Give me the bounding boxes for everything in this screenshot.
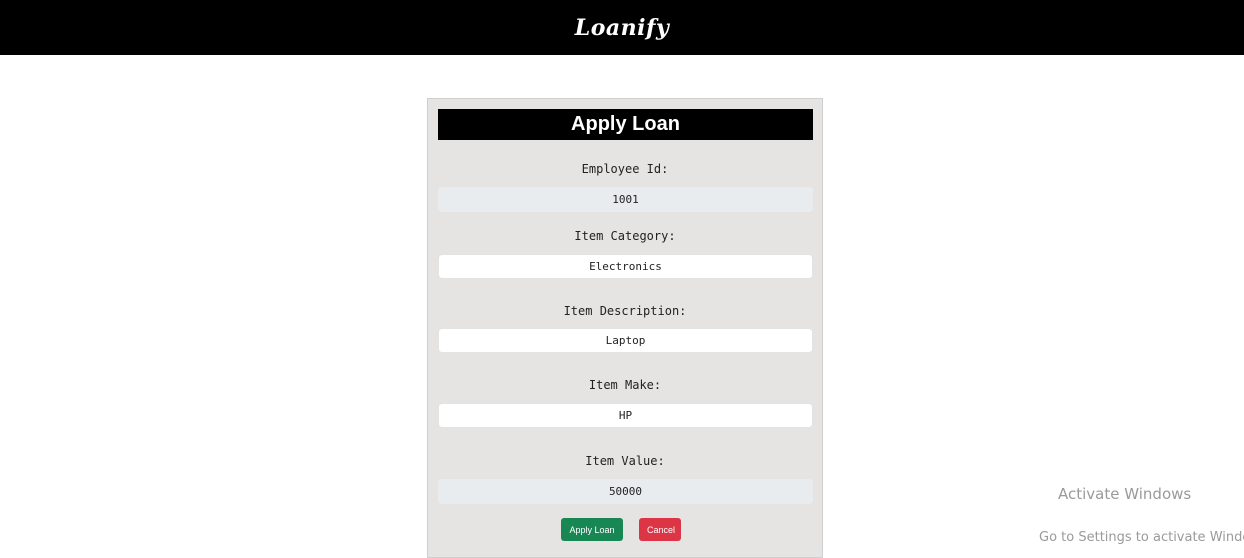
employee-id-field[interactable] xyxy=(438,187,813,212)
item-make-label: Item Make: xyxy=(588,378,662,392)
form-title: Apply Loan xyxy=(438,109,813,140)
navbar: Loanify xyxy=(0,0,1244,55)
item-category-field[interactable] xyxy=(438,254,813,279)
item-value-field[interactable] xyxy=(438,479,813,504)
item-description-field[interactable] xyxy=(438,328,813,353)
item-make-field[interactable] xyxy=(438,403,813,428)
item-description-label: Item Description: xyxy=(563,304,687,318)
apply-loan-form: Apply Loan Employee Id: Item Category: I… xyxy=(427,98,823,558)
item-value-label: Item Value: xyxy=(585,454,665,468)
activate-windows-subtitle: Go to Settings to activate Windows. xyxy=(1039,530,1244,545)
activate-windows-title: Activate Windows xyxy=(1058,485,1192,503)
item-category-label: Item Category: xyxy=(574,229,676,243)
brand-logo[interactable]: Loanify xyxy=(575,15,670,41)
cancel-button[interactable]: Cancel xyxy=(639,518,681,541)
apply-loan-button[interactable]: Apply Loan xyxy=(561,518,623,541)
employee-id-label: Employee Id: xyxy=(581,162,669,176)
